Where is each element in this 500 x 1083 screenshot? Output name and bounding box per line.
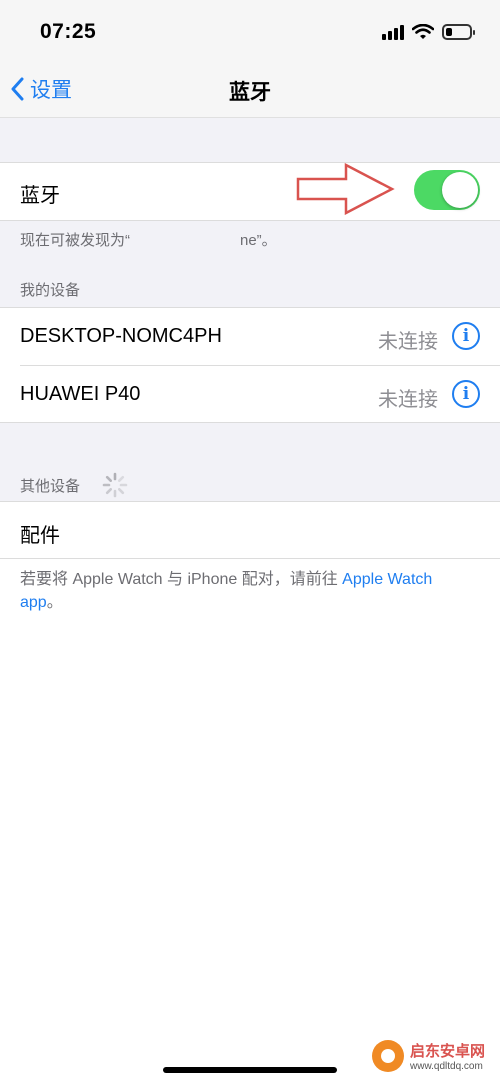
footnote-end: 。 [46,594,63,611]
watermark-name: 启东安卓网 [410,1043,486,1060]
discoverable-prefix: 现在可被发现为“ [20,232,130,249]
device-status: 未连接 [378,331,438,353]
watermark-url: www.qdltdq.com [410,1061,483,1072]
annotation-arrow [296,163,395,215]
page-title: 蓝牙 [229,81,271,104]
status-bar: 07:25 [0,0,500,60]
discoverable-text: 现在可被发现为“ ne”。 [20,229,470,252]
home-indicator[interactable] [163,1067,337,1073]
apple-watch-footnote: 若要将 Apple Watch 与 iPhone 配对，请前往 Apple Wa… [20,568,470,614]
watermark-icon [372,1040,404,1072]
info-icon[interactable]: i [452,322,480,350]
divider [0,162,500,163]
battery-icon [442,24,475,40]
bluetooth-toggle[interactable] [414,170,480,210]
section-spacer [0,118,500,162]
cellular-signal-icon [382,24,404,40]
discoverable-suffix: ne”。 [240,232,277,249]
device-row[interactable]: HUAWEI P40 未连接 i [0,366,500,422]
accessory-row[interactable]: 配件 [0,502,500,558]
accessory-label: 配件 [20,525,60,547]
bluetooth-label: 蓝牙 [20,185,60,207]
status-icons [382,22,475,42]
navigation-bar: 设置 蓝牙 [0,60,500,118]
loading-spinner-icon [102,472,128,498]
my-devices-header: 我的设备 [20,282,81,299]
device-row[interactable]: DESKTOP-NOMC4PH 未连接 i [0,308,500,365]
device-status: 未连接 [378,389,438,411]
wifi-icon [412,24,434,39]
status-time: 07:25 [40,20,97,43]
info-icon[interactable]: i [452,380,480,408]
device-name: DESKTOP-NOMC4PH [20,325,222,347]
footnote-text: 若要将 Apple Watch 与 iPhone 配对，请前往 [20,571,343,588]
other-devices-header: 其他设备 [20,478,81,495]
watermark-logo: 启东安卓网 www.qdltdq.com [372,1040,485,1072]
device-name: HUAWEI P40 [20,383,141,405]
toggle-knob [442,172,478,208]
page-background [0,559,500,1083]
